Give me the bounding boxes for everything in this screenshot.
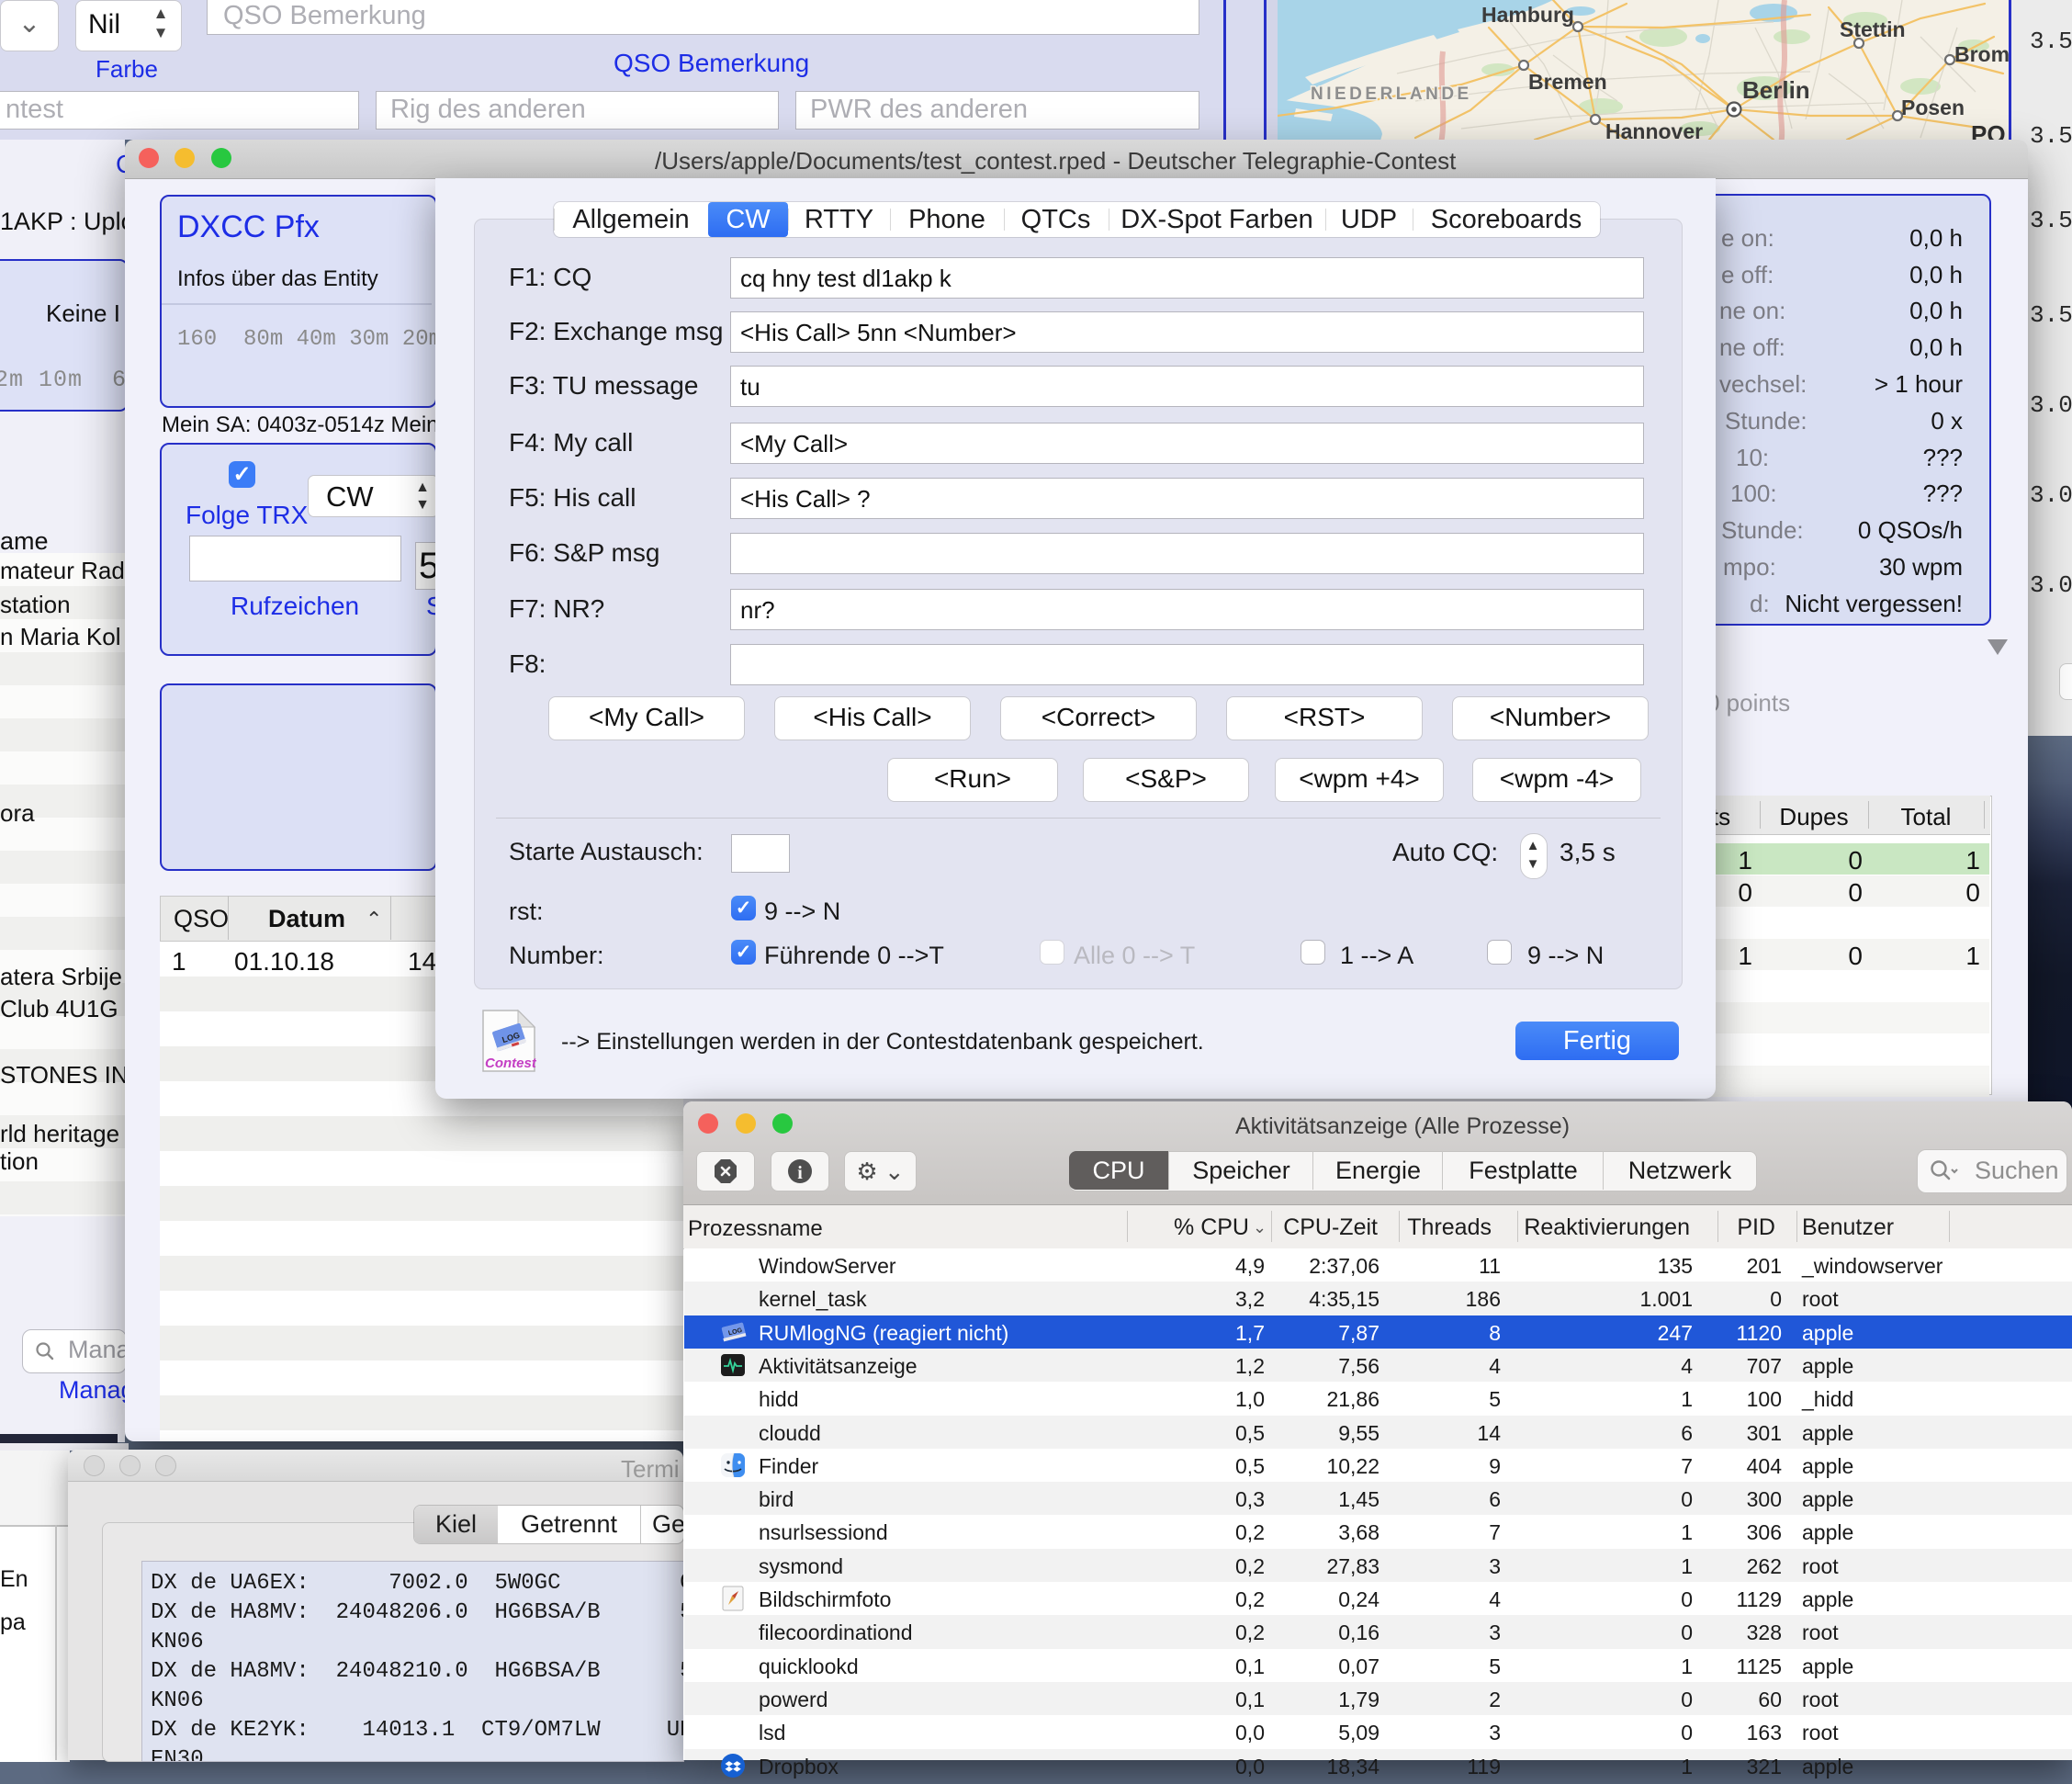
svg-text:Bremen: Bremen [1528,70,1607,94]
svg-text:NIEDERLANDE: NIEDERLANDE [1311,85,1472,104]
svg-text:Posen: Posen [1901,96,1965,119]
svg-text:Contest: Contest [485,1056,536,1071]
svg-text:Stettin: Stettin [1840,17,1906,41]
svg-text:Berlin: Berlin [1742,76,1810,104]
svg-text:Hamburg: Hamburg [1481,3,1574,27]
svg-text:Brom: Brom [1954,42,2010,66]
svg-text:i: i [797,1163,803,1183]
